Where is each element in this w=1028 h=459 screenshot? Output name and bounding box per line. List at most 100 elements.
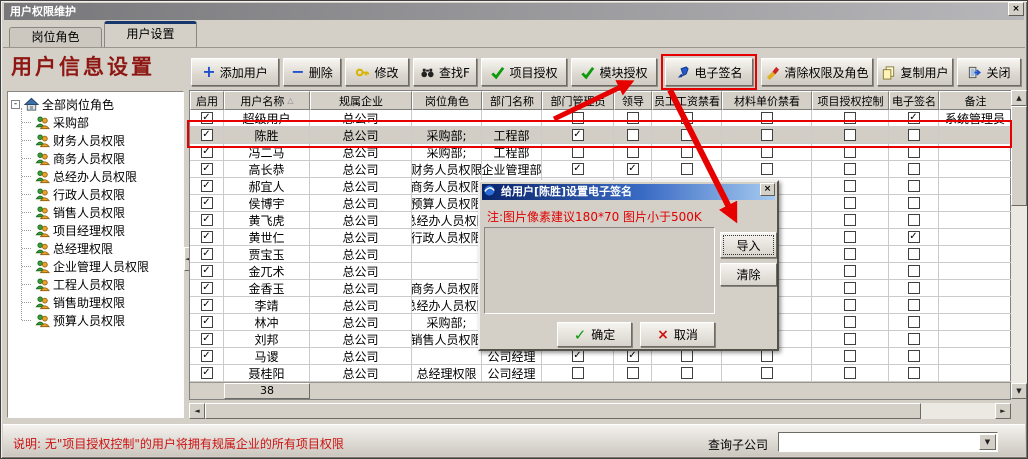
checkbox-leader[interactable]: ✓	[627, 163, 639, 175]
tree-root[interactable]: -全部岗位角色	[11, 95, 183, 113]
checkbox-dept_mgr[interactable]: ✓	[572, 129, 584, 141]
toolbar-button-module-auth[interactable]: 模块授权	[571, 58, 657, 86]
checkbox-proj_auth[interactable]	[844, 146, 856, 158]
column-header-8[interactable]: 员工工资禁看	[652, 91, 722, 110]
table-row[interactable]: ✓超级用户总公司✓系统管理员	[190, 110, 1010, 127]
checkbox-enabled[interactable]: ✓	[201, 282, 213, 294]
query-subcompany-combobox[interactable]: ▼	[778, 432, 998, 452]
checkbox-enabled[interactable]: ✓	[201, 180, 213, 192]
tree-item-1[interactable]: 采购部	[11, 113, 183, 131]
checkbox-esign[interactable]	[908, 333, 920, 345]
checkbox-proj_auth[interactable]	[844, 265, 856, 277]
checkbox-dept_mgr[interactable]: ✓	[572, 350, 584, 362]
checkbox-leader[interactable]	[627, 146, 639, 158]
dialog-close-button[interactable]: ×	[760, 183, 775, 196]
checkbox-salary_ban[interactable]	[681, 367, 693, 379]
checkbox-dept_mgr[interactable]	[572, 112, 584, 124]
ok-button[interactable]: ✓ 确定	[557, 322, 632, 347]
checkbox-proj_auth[interactable]	[844, 197, 856, 209]
checkbox-esign[interactable]	[908, 282, 920, 294]
checkbox-esign[interactable]	[908, 146, 920, 158]
checkbox-proj_auth[interactable]	[844, 248, 856, 260]
checkbox-esign[interactable]	[908, 129, 920, 141]
checkbox-enabled[interactable]: ✓	[201, 265, 213, 277]
table-row[interactable]: ✓高长恭总公司财务人员权限企业管理部✓✓	[190, 161, 1010, 178]
checkbox-proj_auth[interactable]	[844, 282, 856, 294]
checkbox-proj_auth[interactable]	[844, 129, 856, 141]
vscroll-thumb[interactable]	[1011, 106, 1027, 206]
checkbox-salary_ban[interactable]	[681, 350, 693, 362]
checkbox-dept_mgr[interactable]	[572, 367, 584, 379]
table-row[interactable]: ✓聂桂阳总公司总经理权限公司经理	[190, 365, 1010, 382]
checkbox-esign[interactable]	[908, 367, 920, 379]
checkbox-esign[interactable]	[908, 316, 920, 328]
checkbox-salary_ban[interactable]	[681, 129, 693, 141]
tree-item-4[interactable]: 总经办人员权限	[11, 167, 183, 185]
scroll-up-icon[interactable]: ▲	[1011, 90, 1027, 106]
toolbar-button-find[interactable]: 查找F	[413, 58, 477, 86]
column-header-10[interactable]: 项目授权控制	[812, 91, 889, 110]
scroll-down-icon[interactable]: ▼	[1011, 383, 1027, 399]
checkbox-enabled[interactable]: ✓	[201, 299, 213, 311]
column-header-11[interactable]: 电子签名	[889, 91, 939, 110]
cancel-button[interactable]: × 取消	[640, 322, 715, 347]
checkbox-esign[interactable]: ✓	[908, 112, 920, 124]
checkbox-esign[interactable]	[908, 299, 920, 311]
checkbox-material_ban[interactable]	[761, 129, 773, 141]
checkbox-leader[interactable]	[627, 129, 639, 141]
tab-user-settings[interactable]: 用户设置	[104, 21, 197, 47]
checkbox-enabled[interactable]: ✓	[201, 197, 213, 209]
checkbox-esign[interactable]	[908, 180, 920, 192]
import-button[interactable]: 导入	[720, 232, 777, 258]
scroll-left-icon[interactable]: ◄	[189, 403, 205, 419]
toolbar-button-delete[interactable]: −删除	[283, 58, 341, 86]
column-header-5[interactable]: 部门名称	[482, 91, 542, 110]
column-header-7[interactable]: 领导	[614, 91, 652, 110]
column-header-12[interactable]: 备注	[939, 91, 1012, 110]
toolbar-button-project-auth[interactable]: 项目授权	[481, 58, 567, 86]
checkbox-material_ban[interactable]	[761, 367, 773, 379]
tree-item-12[interactable]: 预算人员权限	[11, 311, 183, 329]
checkbox-proj_auth[interactable]	[844, 112, 856, 124]
tab-position-role[interactable]: 岗位角色	[9, 27, 102, 47]
table-row[interactable]: ✓陈胜总公司采购部;工程部✓	[190, 127, 1010, 144]
checkbox-proj_auth[interactable]	[844, 163, 856, 175]
checkbox-salary_ban[interactable]	[681, 163, 693, 175]
checkbox-enabled[interactable]: ✓	[201, 214, 213, 226]
column-header-4[interactable]: 岗位角色	[412, 91, 482, 110]
checkbox-proj_auth[interactable]	[844, 214, 856, 226]
window-titlebar[interactable]: 用户权限维护	[4, 3, 1024, 20]
tree-item-3[interactable]: 商务人员权限	[11, 149, 183, 167]
tree-item-8[interactable]: 总经理权限	[11, 239, 183, 257]
table-row[interactable]: ✓冯二马总公司采购部;工程部	[190, 144, 1010, 161]
checkbox-esign[interactable]: ✓	[908, 231, 920, 243]
checkbox-enabled[interactable]: ✓	[201, 231, 213, 243]
checkbox-enabled[interactable]: ✓	[201, 146, 213, 158]
checkbox-dept_mgr[interactable]: ✓	[572, 163, 584, 175]
tree-item-11[interactable]: 销售助理权限	[11, 293, 183, 311]
table-vscrollbar[interactable]: ▲ ▼	[1011, 90, 1027, 399]
toolbar-button-modify[interactable]: 修改	[345, 58, 409, 86]
checkbox-proj_auth[interactable]	[844, 180, 856, 192]
column-header-1[interactable]: 启用	[190, 91, 224, 110]
tree-item-9[interactable]: 企业管理人员权限	[11, 257, 183, 275]
checkbox-leader[interactable]	[627, 367, 639, 379]
checkbox-proj_auth[interactable]	[844, 231, 856, 243]
checkbox-salary_ban[interactable]	[681, 146, 693, 158]
checkbox-enabled[interactable]: ✓	[201, 350, 213, 362]
checkbox-enabled[interactable]: ✓	[201, 163, 213, 175]
checkbox-leader[interactable]: ✓	[627, 350, 639, 362]
checkbox-esign[interactable]	[908, 350, 920, 362]
checkbox-enabled[interactable]: ✓	[201, 367, 213, 379]
tree-item-5[interactable]: 行政人员权限	[11, 185, 183, 203]
checkbox-leader[interactable]	[627, 112, 639, 124]
tree-item-6[interactable]: 销售人员权限	[11, 203, 183, 221]
tree-item-10[interactable]: 工程人员权限	[11, 275, 183, 293]
column-header-6[interactable]: 部门管理员	[542, 91, 614, 110]
hscroll-thumb[interactable]	[205, 403, 921, 419]
clear-button[interactable]: 清除	[720, 263, 777, 286]
checkbox-proj_auth[interactable]	[844, 316, 856, 328]
chevron-down-icon[interactable]: ▼	[979, 434, 996, 450]
collapse-icon[interactable]: -	[11, 100, 20, 109]
checkbox-proj_auth[interactable]	[844, 299, 856, 311]
